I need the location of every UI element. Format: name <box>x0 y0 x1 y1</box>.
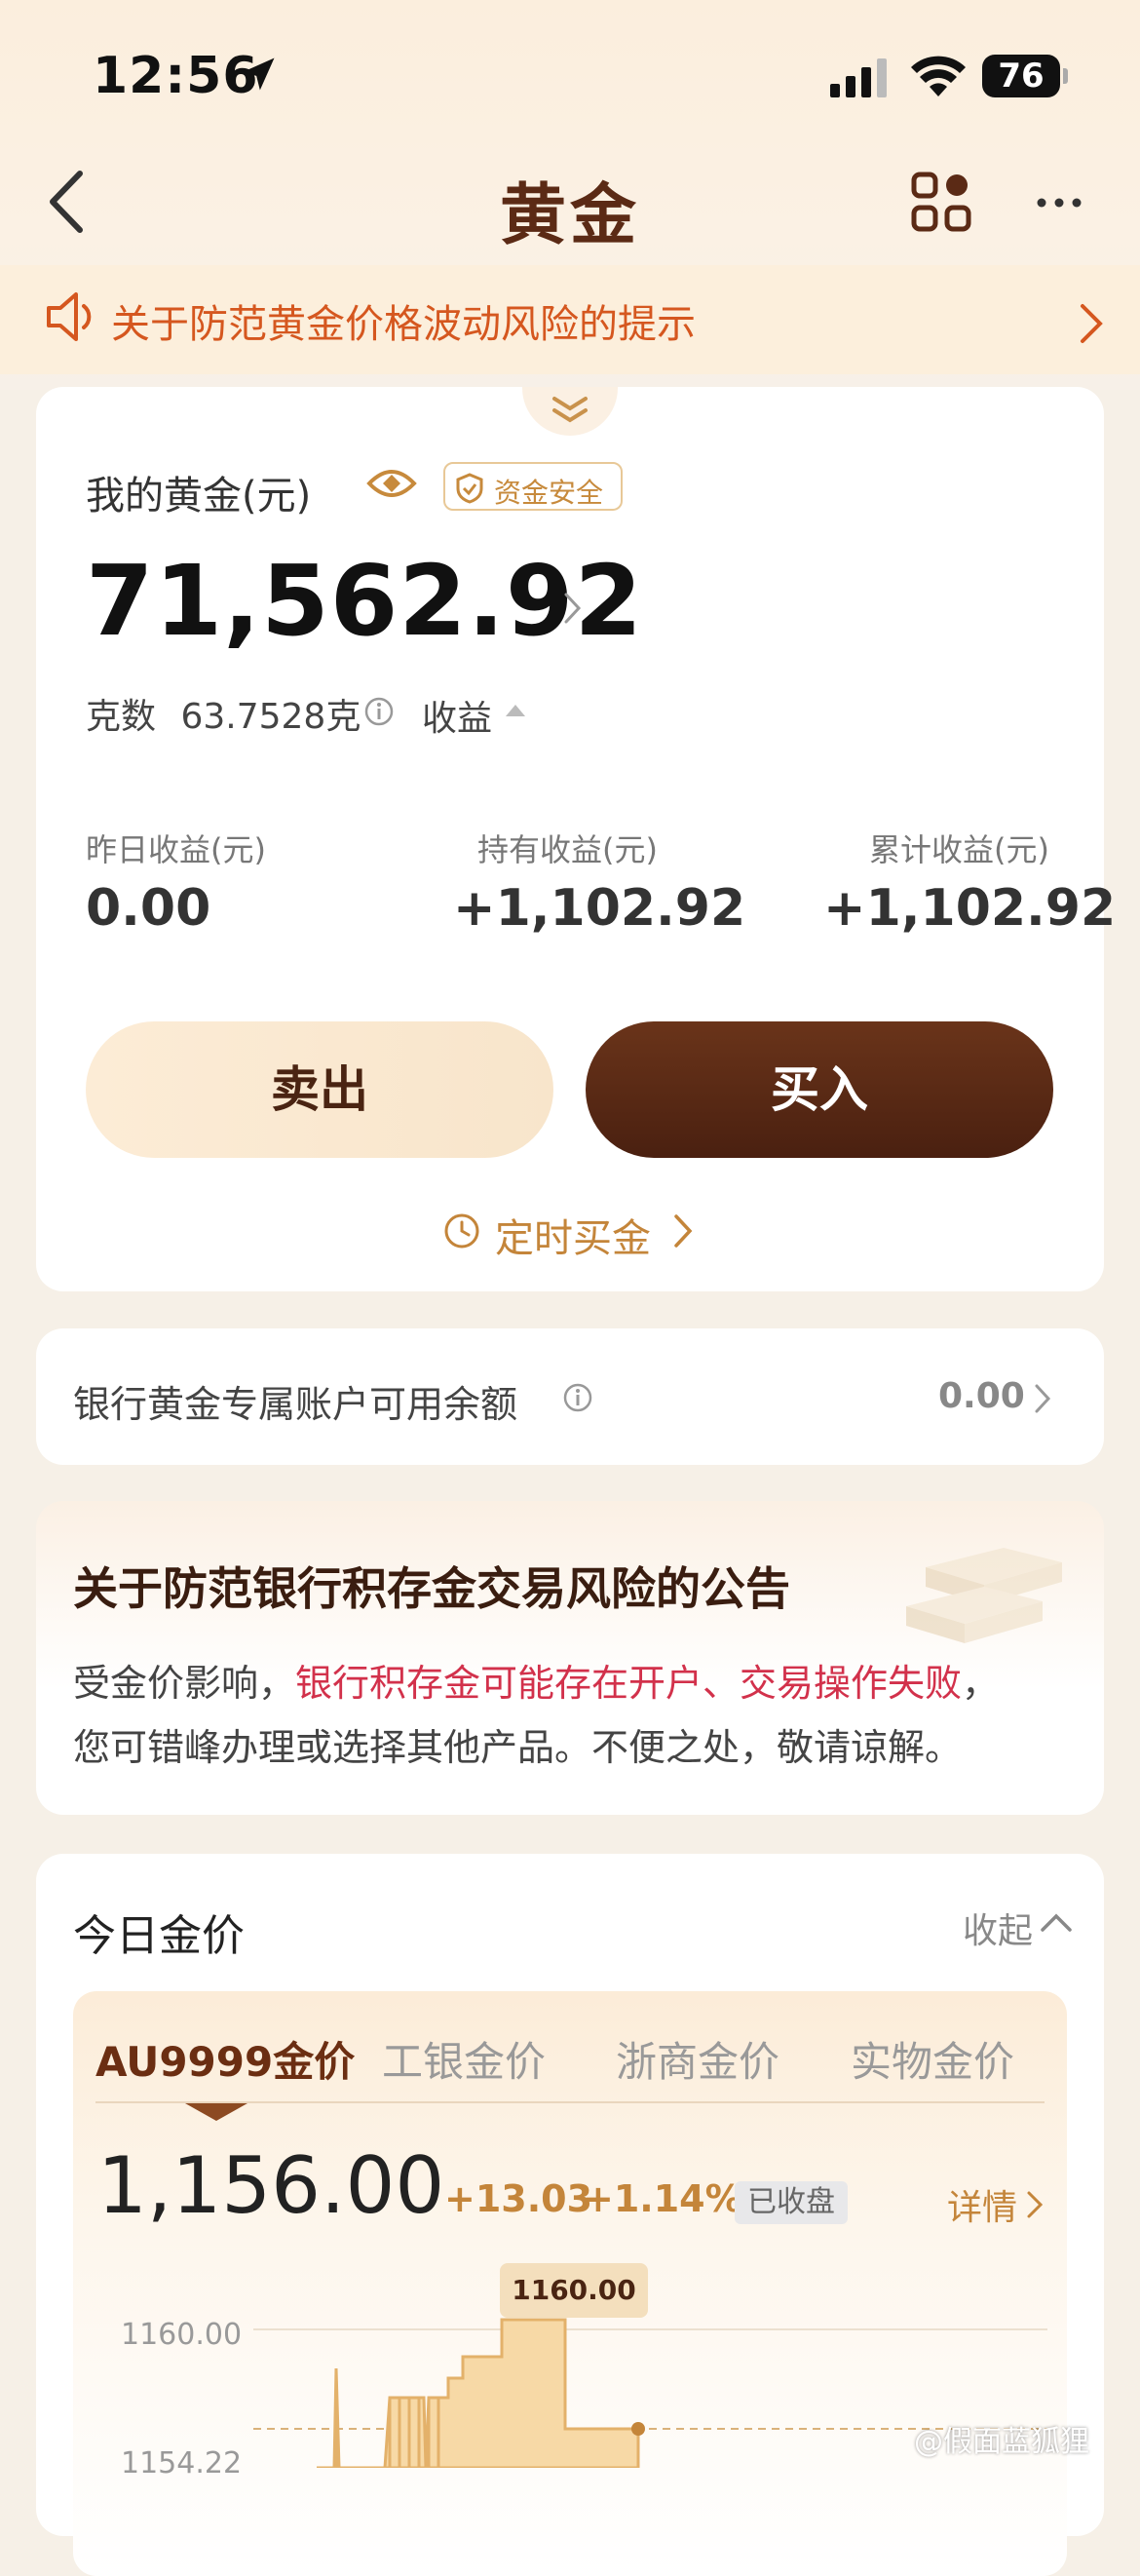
speaker-icon <box>47 292 92 341</box>
yesterday-earnings-label: 昨日收益(元) <box>86 831 266 868</box>
market-status-badge: 已收盘 <box>735 2181 848 2224</box>
announcement-suffix: ， <box>962 1662 1000 1705</box>
tab-au9999[interactable]: AU9999金价 <box>95 2029 355 2089</box>
sell-button[interactable]: 卖出 <box>86 1021 553 1158</box>
price-area <box>317 2318 640 2468</box>
total-earnings-value: +1,102.92 <box>823 879 1117 938</box>
chevron-right-icon[interactable] <box>1033 1382 1052 1415</box>
announcement-line-1: 受金价影响，银行积存金可能存在开户、交易操作失败， <box>73 1653 999 1707</box>
shield-icon <box>456 473 483 504</box>
battery-indicator: 76 <box>982 55 1068 97</box>
apps-grid-icon[interactable] <box>911 172 971 232</box>
chart-tooltip: 1160.00 <box>500 2263 648 2318</box>
earnings-toggle[interactable]: 收益 <box>422 690 492 741</box>
status-bar: 12:56 76 <box>0 0 1140 146</box>
account-balance-label: 银行黄金专属账户可用余额 <box>73 1383 518 1426</box>
clock-icon[interactable] <box>443 1212 480 1250</box>
announcement-prefix: 受金价影响， <box>73 1662 296 1705</box>
wifi-icon <box>911 56 966 96</box>
fund-safety-badge[interactable]: 资金安全 <box>443 462 623 511</box>
my-gold-label: 我的黄金(元) <box>86 474 312 519</box>
double-chevron-down-icon <box>552 397 588 423</box>
cellular-signal-icon <box>830 58 887 97</box>
location-arrow-icon <box>242 58 275 91</box>
tab-physical[interactable]: 实物金价 <box>851 2029 1014 2089</box>
triangle-up-icon[interactable] <box>506 705 525 716</box>
holding-earnings-value: +1,102.92 <box>453 879 746 938</box>
eye-icon[interactable] <box>366 464 417 503</box>
announcement-line-2: 您可错峰办理或选择其他产品。不便之处，敬请谅解。 <box>73 1726 963 1769</box>
announcement-highlight: 银行积存金可能存在开户、交易操作失败 <box>295 1662 963 1705</box>
account-balance-value: 0.00 <box>938 1376 1025 1416</box>
status-time: 12:56 <box>93 47 259 105</box>
risk-notice-text[interactable]: 关于防范黄金价格波动风险的提示 <box>111 292 696 349</box>
chevron-right-icon[interactable] <box>672 1212 694 1250</box>
chevron-up-icon[interactable] <box>1039 1910 1074 1934</box>
holding-earnings-label: 持有收益(元) <box>477 831 658 868</box>
collapse-button[interactable]: 收起 <box>963 1903 1033 1953</box>
tab-czbank[interactable]: 浙商金价 <box>616 2029 779 2089</box>
info-icon[interactable] <box>363 696 395 727</box>
buy-button[interactable]: 买入 <box>586 1021 1053 1158</box>
holding-amount[interactable]: 71,562.92 <box>86 544 643 658</box>
grams-value: 63.7528克 <box>180 697 361 737</box>
detail-link[interactable]: 详情 <box>947 2179 1017 2230</box>
total-earnings-label: 累计收益(元) <box>869 831 1049 868</box>
gold-price: 1,156.00 <box>97 2140 445 2231</box>
chevron-right-icon[interactable] <box>561 589 585 628</box>
grams-label: 克数 <box>86 697 157 737</box>
tab-icbc[interactable]: 工银金价 <box>382 2029 546 2089</box>
fund-safety-label: 资金安全 <box>494 477 604 509</box>
yesterday-earnings-value: 0.00 <box>86 879 211 938</box>
price-change-percent: +1.14% <box>583 2177 742 2220</box>
grams-row: 克数 63.7528克 <box>86 688 361 739</box>
chevron-right-icon[interactable] <box>1077 302 1106 345</box>
chevron-right-icon[interactable] <box>1025 2189 1045 2220</box>
scheduled-buy-link[interactable]: 定时买金 <box>495 1207 651 1263</box>
price-change: +13.03 <box>444 2177 593 2220</box>
active-tab-indicator <box>185 2103 247 2121</box>
gold-bars-illustration <box>906 1548 1062 1643</box>
announcement-title: 关于防范银行积存金交易风险的公告 <box>73 1562 790 1615</box>
current-point <box>631 2422 645 2436</box>
more-options-icon[interactable] <box>1035 183 1083 222</box>
watermark: @假面蓝狐狸 <box>914 2425 1089 2459</box>
info-icon[interactable] <box>562 1382 593 1413</box>
today-price-title: 今日金价 <box>73 1911 245 1961</box>
